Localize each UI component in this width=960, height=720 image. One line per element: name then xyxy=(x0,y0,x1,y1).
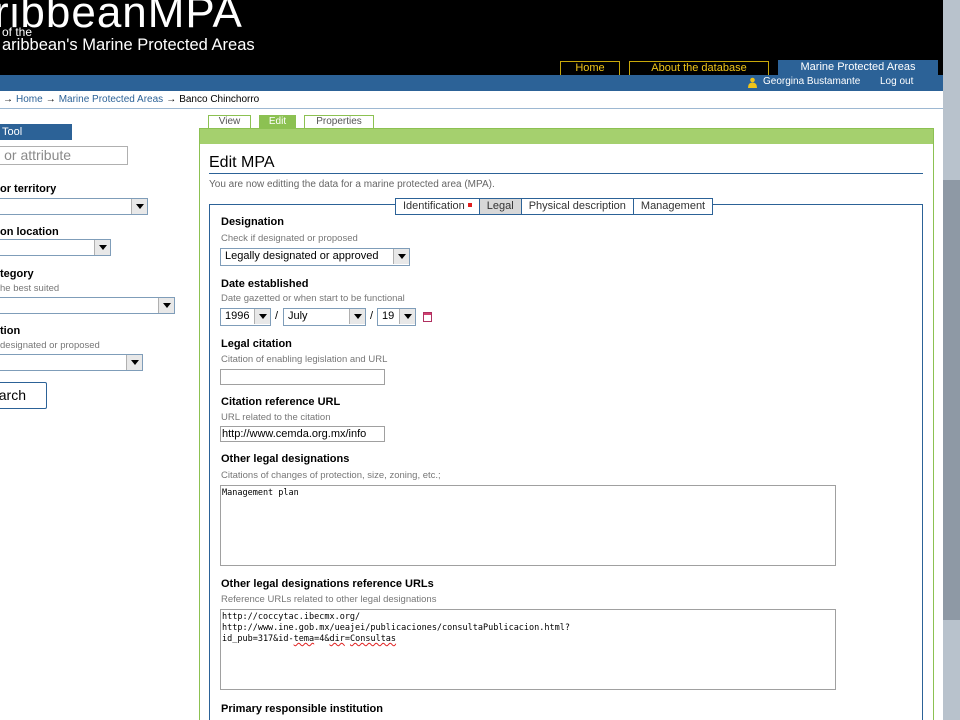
location-select[interactable] xyxy=(0,239,111,256)
breadcrumb-current: Banco Chinchorro xyxy=(179,94,260,105)
nav-home[interactable]: Home xyxy=(560,61,620,76)
breadcrumb-separator: → xyxy=(166,94,177,105)
legal-citation-input[interactable] xyxy=(220,369,385,385)
page-title: Edit MPA xyxy=(209,154,275,171)
designation-filter-help: designated or proposed xyxy=(0,340,100,351)
date-separator: / xyxy=(275,310,279,322)
nav-about-database[interactable]: About the database xyxy=(629,61,769,76)
country-label: or territory xyxy=(0,183,57,195)
month-value: July xyxy=(288,310,308,322)
url-fragment: id_pub=317&id- xyxy=(222,634,294,644)
other-urls-line: http://coccytac.ibecmx.org/ xyxy=(222,612,361,622)
designation-value: Legally designated or approved xyxy=(225,250,379,262)
logout-link[interactable]: Log out xyxy=(880,76,913,87)
other-designations-textarea[interactable]: Management plan xyxy=(220,485,836,566)
chevron-down-icon xyxy=(254,309,270,324)
designation-filter-select[interactable] xyxy=(0,354,143,371)
scrollbar[interactable] xyxy=(943,180,960,620)
search-input[interactable]: ame or attribute xyxy=(0,146,128,165)
date-separator: / xyxy=(370,310,374,322)
search-tool-header: Tool xyxy=(0,124,72,140)
breadcrumb: → Home → Marine Protected Areas → Banco Chinc… xyxy=(0,94,259,105)
date-established-help: Date gazetted or when start to be functi… xyxy=(221,293,405,304)
breadcrumb-mpa[interactable]: Marine Protected Areas xyxy=(59,94,164,105)
content-tab-bar xyxy=(199,128,934,144)
year-select[interactable]: 1996 xyxy=(220,308,271,326)
chevron-down-icon xyxy=(399,309,415,324)
user-icon xyxy=(748,77,757,88)
other-urls-line: id_pub=317&id-tema=4&dir=Consultas xyxy=(222,634,834,645)
chevron-down-icon xyxy=(349,309,365,324)
year-value: 1996 xyxy=(225,310,250,322)
designation-select[interactable]: Legally designated or approved xyxy=(220,248,410,266)
url-fragment: Consultas xyxy=(349,634,397,644)
breadcrumb-separator: → xyxy=(45,94,56,105)
url-fragment: tema xyxy=(293,634,315,644)
chevron-down-icon xyxy=(393,249,409,264)
nav-marine-protected-areas[interactable]: Marine Protected Areas xyxy=(778,60,938,76)
required-marker-icon xyxy=(467,203,472,207)
user-name[interactable]: Georgina Bustamante xyxy=(763,76,860,87)
location-label: on location xyxy=(0,226,59,238)
site-title: ribbeanMPA xyxy=(0,0,243,37)
other-urls-textarea[interactable]: http://coccytac.ibecmx.org/ http://www.i… xyxy=(220,609,836,690)
country-select[interactable] xyxy=(0,198,148,215)
breadcrumb-home[interactable]: Home xyxy=(16,94,43,105)
form-tab-legal[interactable]: Legal xyxy=(479,199,522,214)
url-fragment: =4& xyxy=(314,634,330,644)
legal-citation-label: Legal citation xyxy=(221,338,292,350)
day-select[interactable]: 19 xyxy=(377,308,416,326)
form-tab-identification-label: Identification xyxy=(403,200,465,212)
form-tab-physical-description[interactable]: Physical description xyxy=(521,199,634,214)
day-value: 19 xyxy=(382,310,395,322)
other-urls-help: Reference URLs related to other legal de… xyxy=(221,594,437,605)
tab-view[interactable]: View xyxy=(208,115,251,128)
breadcrumb-separator: → xyxy=(3,94,13,105)
form-tab-identification[interactable]: Identification xyxy=(396,199,480,214)
designation-filter-label: tion xyxy=(0,325,21,337)
citation-url-help: URL related to the citation xyxy=(221,412,331,423)
category-help: he best suited xyxy=(0,283,60,294)
form-tabs: Identification Legal Physical descriptio… xyxy=(395,198,714,215)
form-tab-management[interactable]: Management xyxy=(633,199,713,214)
citation-url-input[interactable]: http://www.cemda.org.mx/info xyxy=(220,426,385,442)
search-button[interactable]: arch xyxy=(0,382,47,409)
month-select[interactable]: July xyxy=(283,308,366,326)
designation-label: Designation xyxy=(221,216,284,228)
other-designations-help: Citations of changes of protection, size… xyxy=(221,470,441,481)
calendar-icon[interactable] xyxy=(423,312,432,322)
chevron-down-icon xyxy=(131,199,147,214)
chevron-down-icon xyxy=(94,240,110,255)
other-urls-label: Other legal designations reference URLs xyxy=(221,578,434,590)
other-urls-line: http://www.ine.gob.mx/ueajei/publicacion… xyxy=(222,623,570,633)
site-subtitle-line2: aribbean's Marine Protected Areas xyxy=(2,36,255,54)
tab-edit[interactable]: Edit xyxy=(259,115,296,128)
title-divider xyxy=(209,173,923,174)
site-header: ribbeanMPA of the aribbean's Marine Prot… xyxy=(0,0,943,76)
date-established-label: Date established xyxy=(221,278,309,290)
category-label: tegory xyxy=(0,268,34,280)
chevron-down-icon xyxy=(126,355,142,370)
page-description: You are now editting the data for a mari… xyxy=(209,179,495,190)
breadcrumb-divider xyxy=(0,108,943,109)
legal-citation-help: Citation of enabling legislation and URL xyxy=(221,354,388,365)
chevron-down-icon xyxy=(158,298,174,313)
tab-properties[interactable]: Properties xyxy=(304,115,374,128)
user-bar: Georgina Bustamante Log out xyxy=(0,75,943,91)
url-fragment: dir xyxy=(329,634,345,644)
other-designations-label: Other legal designations xyxy=(221,453,350,465)
designation-help: Check if designated or proposed xyxy=(221,233,358,244)
category-select[interactable] xyxy=(0,297,175,314)
institution-label: Primary responsible institution xyxy=(221,703,383,715)
citation-url-label: Citation reference URL xyxy=(221,396,341,408)
other-designations-text: Management plan xyxy=(222,488,299,498)
